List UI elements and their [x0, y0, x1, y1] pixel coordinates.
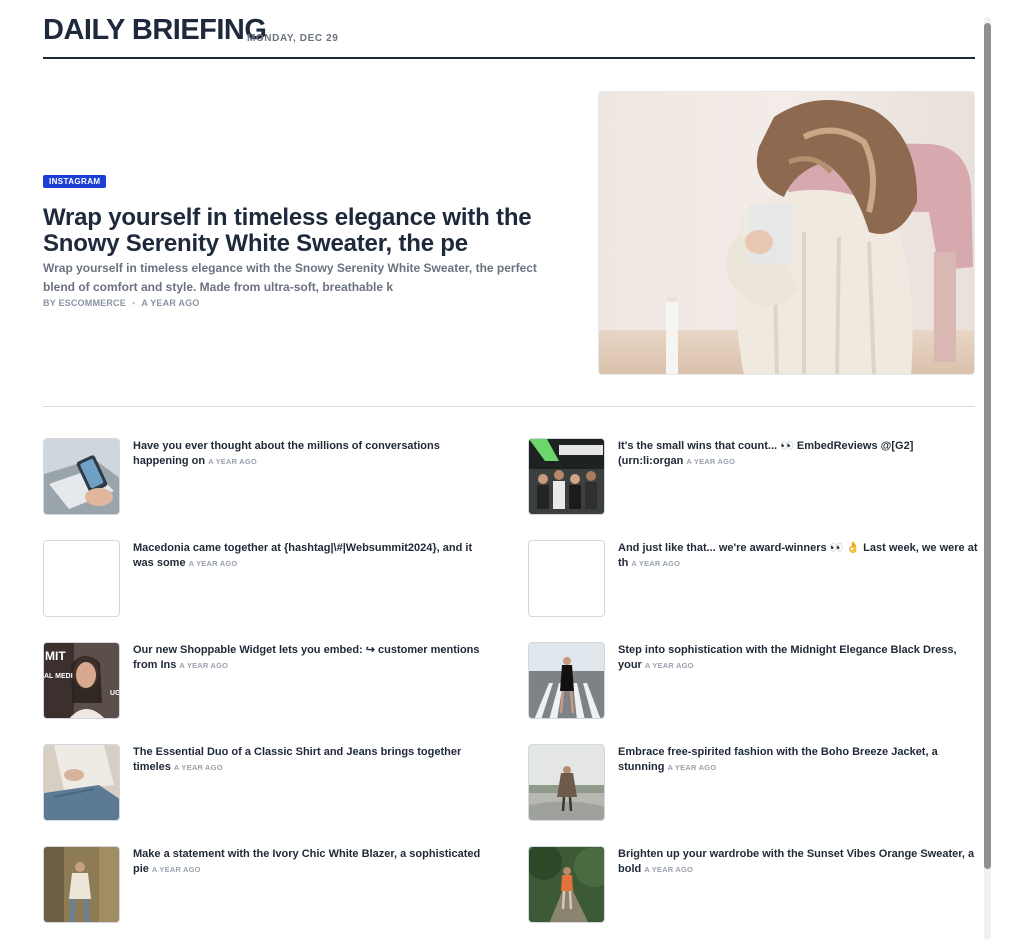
item-text: It's the small wins that count... 👀 Embe…: [618, 439, 978, 469]
item-time: A YEAR AGO: [188, 559, 238, 568]
item-time: A YEAR AGO: [631, 559, 681, 568]
white-blazer-illustration: [44, 847, 119, 922]
shirt-jeans-illustration: [44, 745, 119, 820]
list-item[interactable]: And just like that... we're award-winner…: [528, 540, 978, 618]
item-headline[interactable]: It's the small wins that count... 👀 Embe…: [618, 440, 913, 467]
item-time: A YEAR AGO: [686, 457, 736, 466]
woman-sweater-illustration: [599, 92, 974, 374]
item-thumbnail-empty: [43, 540, 120, 617]
phone-laptop-illustration: [44, 439, 119, 514]
item-text: Have you ever thought about the millions…: [133, 439, 493, 469]
item-text: Our new Shoppable Widget lets you embed:…: [133, 643, 493, 673]
hero-meta: BY ESCOMMERCE • A YEAR AGO: [43, 298, 558, 308]
item-text: And just like that... we're award-winner…: [618, 541, 978, 571]
list-item[interactable]: Brighten up your wardrobe with the Sunse…: [528, 846, 975, 924]
list-item[interactable]: It's the small wins that count... 👀 Embe…: [528, 438, 975, 516]
hero-title[interactable]: Wrap yourself in timeless elegance with …: [43, 205, 558, 257]
item-time: A YEAR AGO: [208, 457, 257, 466]
svg-text:MIT: MIT: [45, 649, 66, 663]
item-time: A YEAR AGO: [667, 763, 717, 772]
item-thumbnail: [43, 846, 120, 923]
item-thumbnail: [528, 744, 605, 821]
hero-time: A YEAR AGO: [141, 298, 200, 308]
list-item[interactable]: Make a statement with the Ivory Chic Whi…: [43, 846, 490, 924]
item-thumbnail: [528, 846, 605, 923]
boho-jacket-illustration: [529, 745, 604, 820]
item-text: Brighten up your wardrobe with the Sunse…: [618, 847, 978, 877]
source-badge: INSTAGRAM: [43, 175, 107, 188]
item-thumbnail-empty: [528, 540, 605, 617]
hero-article[interactable]: INSTAGRAM Wrap yourself in timeless eleg…: [43, 91, 975, 375]
item-time: A YEAR AGO: [179, 661, 229, 670]
item-text: Step into sophistication with the Midnig…: [618, 643, 978, 673]
hero-image[interactable]: [598, 91, 975, 375]
svg-text:UG: UG: [110, 690, 120, 697]
scrollbar[interactable]: [984, 17, 991, 940]
item-thumbnail: [43, 744, 120, 821]
team-group-illustration: [529, 439, 604, 514]
svg-text:AL MEDI: AL MEDI: [44, 673, 73, 680]
page: DAILY BRIEFING MONDAY, DEC 29 INSTAGRAM …: [0, 0, 1024, 940]
meta-separator: •: [131, 298, 136, 308]
item-text: Embrace free-spirited fashion with the B…: [618, 745, 978, 775]
header: DAILY BRIEFING MONDAY, DEC 29: [43, 0, 975, 59]
item-headline[interactable]: Embrace free-spirited fashion with the B…: [618, 746, 938, 773]
list-item[interactable]: Macedonia came together at {hashtag|\#|W…: [43, 540, 490, 618]
list-item[interactable]: The Essential Duo of a Classic Shirt and…: [43, 744, 490, 822]
list-item[interactable]: Step into sophistication with the Midnig…: [528, 642, 975, 720]
section-divider: [43, 406, 975, 407]
black-dress-street-illustration: [529, 643, 604, 718]
item-time: A YEAR AGO: [644, 661, 694, 670]
hero-summary: Wrap yourself in timeless elegance with …: [43, 261, 537, 294]
item-headline[interactable]: Macedonia came together at {hashtag|\#|W…: [133, 542, 472, 569]
date-label: MONDAY, DEC 29: [247, 33, 339, 44]
list-item[interactable]: Have you ever thought about the millions…: [43, 438, 490, 516]
item-text: Make a statement with the Ivory Chic Whi…: [133, 847, 493, 877]
list-item[interactable]: Embrace free-spirited fashion with the B…: [528, 744, 975, 822]
hero-author: BY ESCOMMERCE: [43, 298, 126, 308]
content-container: DAILY BRIEFING MONDAY, DEC 29 INSTAGRAM …: [43, 0, 978, 923]
orange-sweater-illustration: [529, 847, 604, 922]
brand-title: DAILY BRIEFING: [43, 14, 267, 46]
item-time: A YEAR AGO: [151, 865, 201, 874]
hero-text: INSTAGRAM Wrap yourself in timeless eleg…: [43, 171, 558, 308]
woman-video-illustration: MIT AL MEDI UG: [44, 643, 120, 718]
item-thumbnail: [528, 642, 605, 719]
item-thumbnail: MIT AL MEDI UG: [43, 642, 120, 719]
item-thumbnail: [43, 438, 120, 515]
item-headline[interactable]: Have you ever thought about the millions…: [133, 440, 440, 467]
item-time: A YEAR AGO: [173, 763, 223, 772]
item-thumbnail: [528, 438, 605, 515]
item-text: The Essential Duo of a Classic Shirt and…: [133, 745, 493, 775]
item-text: Macedonia came together at {hashtag|\#|W…: [133, 541, 493, 571]
list-item[interactable]: MIT AL MEDI UG Our new Shoppable Widget …: [43, 642, 490, 720]
item-time: A YEAR AGO: [644, 865, 694, 874]
scrollbar-thumb[interactable]: [984, 23, 991, 869]
